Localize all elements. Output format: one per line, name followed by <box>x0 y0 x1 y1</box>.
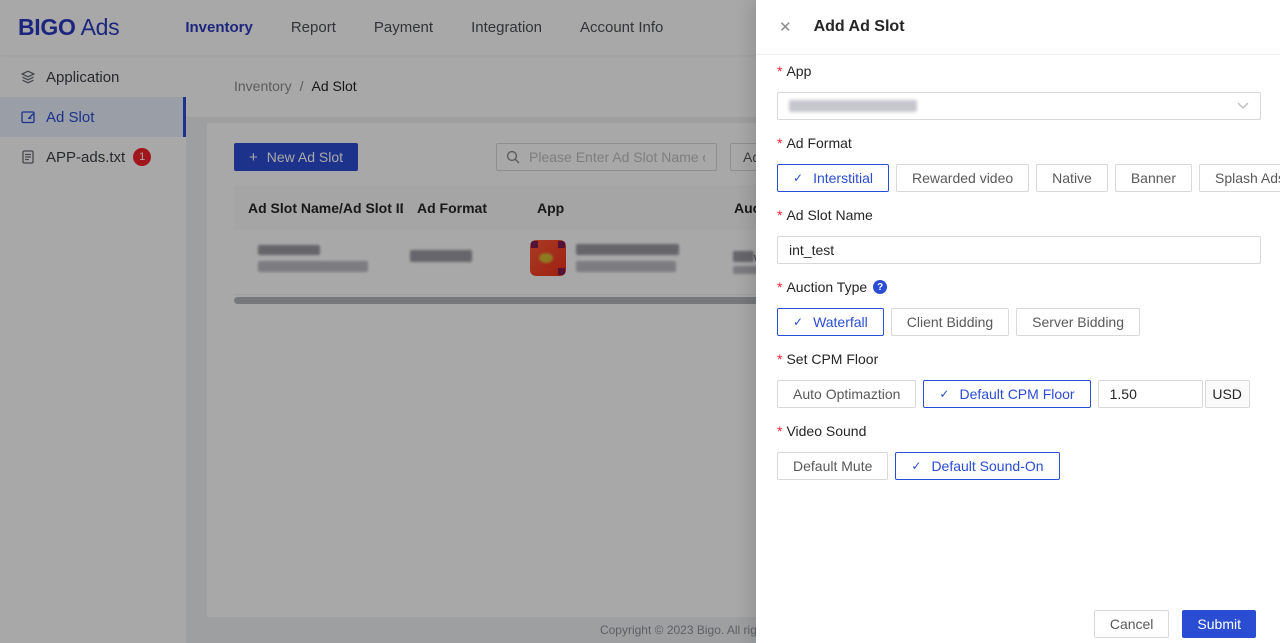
required-asterisk: * <box>777 279 783 295</box>
modal-body: * App * Ad Format ✓ Interstitial Rewarded … <box>756 55 1280 480</box>
option-default-mute[interactable]: Default Mute <box>777 452 889 480</box>
modal-header: ✕ Add Ad Slot <box>756 0 1280 55</box>
app-select[interactable] <box>777 92 1261 120</box>
option-server-bidding[interactable]: Server Bidding <box>1016 308 1140 336</box>
option-waterfall[interactable]: ✓ Waterfall <box>777 308 884 336</box>
auction-type-options: ✓ Waterfall Client Bidding Server Bidding <box>777 308 1261 336</box>
auction-type-label: * Auction Type ? <box>777 279 1261 295</box>
option-default-cpm-floor[interactable]: ✓ Default CPM Floor <box>923 380 1091 408</box>
check-icon: ✓ <box>911 459 922 473</box>
form-item-ad-slot-name: * Ad Slot Name <box>777 207 1261 264</box>
cpm-floor-options: Auto Optimaztion ✓ Default CPM Floor <box>777 380 1098 408</box>
cpm-floor-input[interactable] <box>1097 380 1203 408</box>
check-icon: ✓ <box>793 315 804 329</box>
required-asterisk: * <box>777 63 783 79</box>
redacted-app-name <box>789 100 917 112</box>
currency-label: USD <box>1204 380 1250 408</box>
cpm-floor-row: Auto Optimaztion✓Default CPM Floor USD <box>777 380 1261 408</box>
required-asterisk: * <box>777 207 783 223</box>
form-item-ad-format: * Ad Format ✓ Interstitial Rewarded video N… <box>777 135 1280 192</box>
option-client-bidding[interactable]: Client Bidding <box>890 308 1010 336</box>
form-item-video-sound: * Video Sound Default Mute ✓ Default Sound… <box>777 423 1261 480</box>
ad-format-label: * Ad Format <box>777 135 852 151</box>
close-icon[interactable]: ✕ <box>779 20 792 35</box>
required-asterisk: * <box>777 135 783 151</box>
ad-slot-name-label: * Ad Slot Name <box>777 207 873 223</box>
check-icon: ✓ <box>793 171 804 185</box>
set-cpm-floor-label: * Set CPM Floor <box>777 351 879 367</box>
option-rewarded-video[interactable]: Rewarded video <box>895 164 1030 192</box>
cancel-button[interactable]: Cancel <box>1093 610 1170 638</box>
submit-button[interactable]: Submit <box>1182 610 1256 638</box>
ad-format-options: ✓ Interstitial Rewarded video Native Banner S… <box>777 164 1280 192</box>
required-asterisk: * <box>777 423 783 439</box>
video-sound-label: * Video Sound <box>777 423 867 439</box>
option-splash-ads[interactable]: Splash Ads <box>1199 164 1280 192</box>
form-item-set-cpm-floor: * Set CPM Floor Auto Optimaztion ✓ Default… <box>777 351 1261 408</box>
option-auto-optimaztion[interactable]: Auto Optimaztion <box>777 380 917 408</box>
video-sound-options: Default Mute ✓ Default Sound-On <box>777 452 1261 480</box>
form-item-app: * App <box>777 63 1261 120</box>
modal-footer: Cancel Submit <box>1093 610 1256 638</box>
app-label: * App <box>777 63 812 79</box>
required-asterisk: * <box>777 351 783 367</box>
app-window: BIGO Ads Inventory Report Payment Integratio… <box>0 0 1280 643</box>
chevron-down-icon <box>1237 102 1249 110</box>
option-default-sound-on[interactable]: ✓ Default Sound-On <box>895 452 1060 480</box>
modal-title: Add Ad Slot <box>813 18 905 35</box>
option-native[interactable]: Native <box>1036 164 1108 192</box>
check-icon: ✓ <box>939 387 950 401</box>
ad-slot-name-input[interactable] <box>777 236 1261 264</box>
option-interstitial[interactable]: ✓ Interstitial <box>777 164 889 192</box>
help-icon[interactable]: ? <box>873 280 888 294</box>
option-banner[interactable]: Banner <box>1114 164 1192 192</box>
add-ad-slot-modal: ✕ Add Ad Slot * App * Ad Format ✓ Inters… <box>756 0 1280 643</box>
form-item-auction-type: * Auction Type ? ✓ Waterfall Client Biddin… <box>777 279 1261 336</box>
